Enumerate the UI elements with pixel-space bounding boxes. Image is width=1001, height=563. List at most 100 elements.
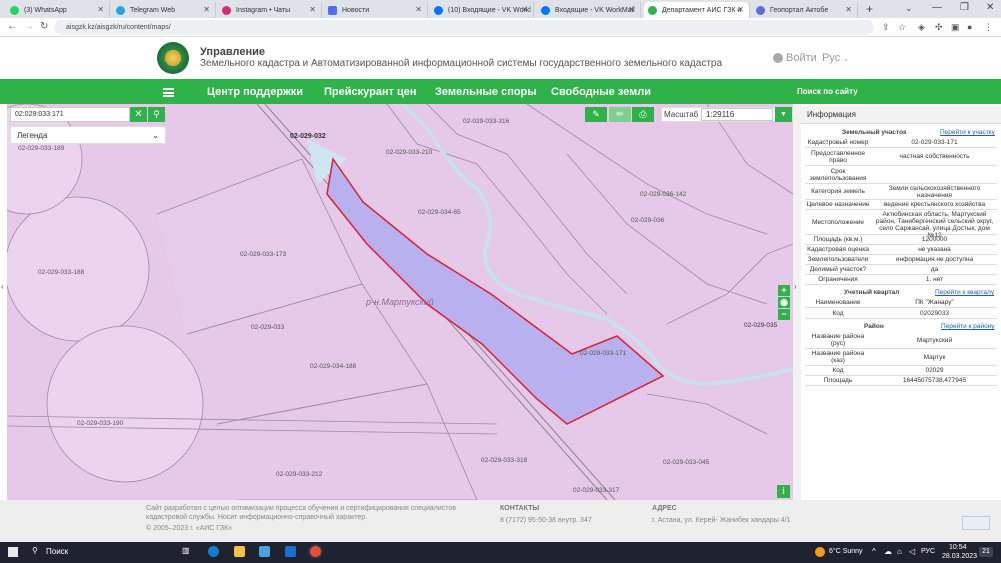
tab-news[interactable]: Новости ✕ [324, 2, 428, 18]
tab-telegram[interactable]: Telegram Web ✕ [112, 2, 216, 18]
clear-search-button[interactable]: ✕ [130, 107, 147, 122]
info-row: Предоставленное право частная собственнос… [805, 148, 997, 166]
edge-icon[interactable] [208, 546, 219, 557]
parcel-label: 02-029-033-190 [77, 420, 124, 427]
close-tab-icon[interactable]: ✕ [309, 5, 316, 14]
task-view-icon[interactable]: ▥ [182, 546, 190, 555]
login-link[interactable]: Войти [786, 52, 817, 64]
url-field[interactable]: aisgzk.kz/aisgzk/ru/content/maps/ [54, 20, 874, 35]
close-tab-icon[interactable]: ✕ [521, 5, 528, 14]
nav-free-land[interactable]: Свободные земли [551, 86, 651, 98]
panel-divider[interactable] [793, 104, 801, 500]
info-row: Код 02029033 [805, 308, 997, 319]
parcel-label: 02-029-033-316 [463, 118, 510, 125]
collapse-right-arrow-icon[interactable]: › [794, 282, 797, 291]
back-arrow-icon[interactable]: ← [7, 21, 17, 32]
parcel-label: 02-029-033-212 [276, 471, 323, 478]
nav-prices[interactable]: Прейскурант цен [324, 86, 417, 98]
browser-menu-icon[interactable]: ⋮ [984, 22, 993, 33]
menu-burger-icon[interactable] [163, 88, 174, 97]
emblem-logo[interactable] [157, 42, 189, 74]
footer-copyright: © 2005–2023 г. «АИС ГЗК» [146, 525, 233, 532]
selected-parcel-171[interactable] [326, 157, 665, 425]
parcel-label: 02-029-033 [251, 324, 285, 331]
chrome-icon[interactable] [310, 546, 321, 557]
nav-support[interactable]: Центр поддержки [207, 86, 303, 98]
legend-dropdown[interactable]: Легенда ⌄ [10, 126, 166, 144]
measure-ruler-button[interactable]: ✎ [585, 107, 607, 122]
chevron-down-icon: ▼ [780, 111, 787, 118]
ruler-icon: ✎ [592, 109, 600, 119]
network-icon[interactable]: ⌂ [897, 547, 902, 556]
scale-input[interactable]: 1:29116 [701, 108, 773, 121]
shield-icon[interactable]: ◈ [918, 22, 925, 33]
mail-icon[interactable] [285, 546, 296, 557]
windows-start-icon[interactable] [8, 547, 18, 557]
tray-app-icon[interactable]: ☁ [884, 547, 892, 556]
zoom-out-button[interactable]: − [778, 309, 790, 320]
draw-pencil-button[interactable]: ✏ [609, 107, 631, 122]
tab-whatsapp[interactable]: (3) WhatsApp ✕ [6, 2, 110, 18]
clock-time[interactable]: 10:54 [949, 544, 967, 551]
close-tab-icon[interactable]: ✕ [97, 5, 104, 14]
site-search-link[interactable]: Поиск по сайту [797, 87, 858, 96]
target-icon: ◉ [780, 297, 788, 307]
geoportal-icon [756, 5, 765, 15]
print-button[interactable]: ⎙ [632, 107, 654, 122]
close-tab-icon[interactable]: ✕ [415, 5, 422, 14]
forward-arrow-icon[interactable]: → [24, 21, 34, 32]
address-bar-row: ← → ↻ aisgzk.kz/aisgzk/ru/content/maps/ … [0, 18, 1001, 47]
language-select[interactable]: Рус ⌄ [822, 52, 849, 64]
close-tab-icon[interactable]: ✕ [628, 5, 635, 14]
bookmark-star-icon[interactable]: ☆ [898, 22, 906, 33]
collapse-left-arrow-icon[interactable]: ‹ [1, 282, 4, 291]
weather-sun-icon[interactable] [815, 547, 825, 557]
close-tab-icon[interactable]: ✕ [737, 5, 744, 14]
developer-logo[interactable] [962, 516, 990, 530]
tab-instagram[interactable]: Instagram • Чаты ✕ [218, 2, 322, 18]
tray-chevron-icon[interactable]: ^ [872, 547, 876, 556]
info-button[interactable]: i [777, 485, 790, 498]
site-title: Управление [200, 46, 266, 58]
minimize-button[interactable]: — [932, 2, 942, 13]
clock-date[interactable]: 28.03.2023 [942, 553, 977, 560]
info-row: Название района (рус) Мартукский [805, 332, 997, 349]
go-to-district-link[interactable]: Перейти к району [941, 323, 995, 330]
close-tab-icon[interactable]: ✕ [845, 5, 852, 14]
zoom-in-button[interactable]: + [778, 285, 790, 296]
cadastral-search-input[interactable]: 02:029:033:171 [10, 107, 130, 122]
tab-search-icon[interactable]: ⌄ [905, 3, 913, 14]
sidebar-icon[interactable]: ▣ [951, 22, 960, 33]
tab-aisgzk-active[interactable]: Департамент АИС ГЗК и ✕ [644, 2, 750, 18]
input-lang[interactable]: РУС [921, 548, 935, 555]
pencil-icon: ✏ [616, 109, 624, 119]
close-window-button[interactable]: ✕ [986, 2, 994, 13]
taskbar-search[interactable]: Поиск [46, 547, 68, 556]
share-icon[interactable]: ⇪ [882, 22, 890, 33]
tab-vk-workmail-2[interactable]: Входящие - VK WorkMail ✕ [537, 2, 641, 18]
go-to-quarter-link[interactable]: Перейти к кварталу [935, 289, 994, 296]
taskbar-search-icon[interactable]: ⚲ [32, 546, 38, 555]
maximize-button[interactable]: ❐ [960, 2, 969, 13]
scale-dropdown-button[interactable]: ▼ [775, 107, 792, 122]
info-row: Местоположение Актюбинская область, Марту… [805, 210, 997, 239]
user-icon[interactable] [773, 53, 783, 63]
site-subtitle: Земельного кадастра и Автоматизированной… [200, 58, 723, 69]
weather-text[interactable]: 6°C Sunny [829, 548, 863, 555]
profile-icon[interactable]: ● [967, 22, 972, 32]
volume-icon[interactable]: ◁ [909, 547, 915, 556]
new-tab-button[interactable]: + [866, 2, 873, 16]
extensions-icon[interactable]: ✣ [935, 22, 943, 33]
nav-land-disputes[interactable]: Земельные споры [435, 86, 537, 98]
notification-badge[interactable]: 21 [979, 547, 993, 557]
file-explorer-icon[interactable] [234, 546, 245, 557]
search-button[interactable]: ⚲ [148, 107, 165, 122]
tab-vk-workmail-1[interactable]: (10) Входящие - VK Workl ✕ [430, 2, 534, 18]
close-tab-icon[interactable]: ✕ [203, 5, 210, 14]
store-icon[interactable] [259, 546, 270, 557]
info-row: Ограничения 1. нет [805, 275, 997, 285]
reload-icon[interactable]: ↻ [40, 21, 48, 32]
go-to-parcel-link[interactable]: Перейти к участку [940, 129, 995, 136]
tab-geoportal[interactable]: Геопортал Актобе ✕ [752, 2, 858, 18]
locate-button[interactable]: ◉ [778, 297, 790, 308]
